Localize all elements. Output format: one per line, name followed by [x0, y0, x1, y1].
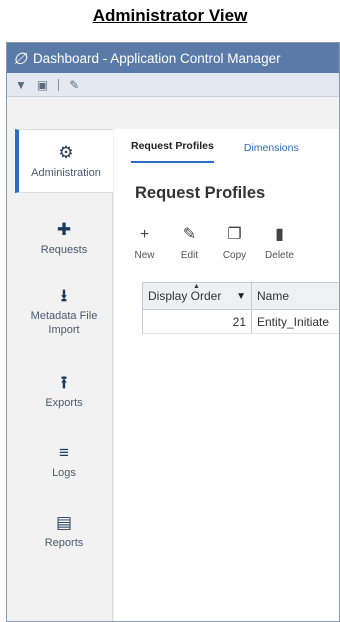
- cell-display-order: 21: [142, 310, 252, 333]
- page-caption: Administrator View: [92, 6, 248, 25]
- slash-logo-icon: ∅: [13, 48, 27, 68]
- sidebar-item-reports[interactable]: ▤ Reports: [15, 499, 113, 563]
- admin-gear-icon: ⚙: [58, 142, 74, 162]
- logs-search-icon: ≡: [59, 442, 69, 462]
- table-header: ▲ Display Order ▼ Name: [142, 282, 339, 310]
- delete-label: Delete: [265, 250, 294, 261]
- sidebar-item-label: Administration: [31, 166, 101, 179]
- download-icon: ⭳: [61, 285, 67, 305]
- cell-name: Entity_Initiate: [257, 314, 330, 329]
- table-row[interactable]: 21 Entity_Initiate: [142, 310, 339, 334]
- sidebar-item-label: Reports: [44, 536, 84, 549]
- profiles-table: ▲ Display Order ▼ Name 21 Entity_Initiat…: [142, 282, 339, 334]
- toolbar: ▼ ▣ ✎: [7, 73, 339, 97]
- app-window: ∅ Dashboard - Application Control Manage…: [6, 42, 340, 622]
- requests-add-icon: ✚: [56, 219, 72, 239]
- upload-icon: ⭱: [61, 372, 67, 392]
- sidebar-item-label: Metadata File Import: [30, 309, 98, 336]
- content-area: ⚙ Administration ✚ Requests ⭳ Metadata F…: [7, 99, 339, 621]
- tab-dimensions[interactable]: Dimensions: [244, 142, 299, 163]
- column-header-name[interactable]: Name: [252, 283, 339, 309]
- new-button[interactable]: + New: [122, 224, 167, 261]
- sidebar-item-requests[interactable]: ✚ Requests: [15, 206, 113, 270]
- sidebar: ⚙ Administration ✚ Requests ⭳ Metadata F…: [15, 129, 113, 621]
- delete-button[interactable]: ▮ Delete: [257, 224, 302, 261]
- sidebar-item-exports[interactable]: ⭱ Exports: [15, 359, 113, 423]
- sidebar-item-label: Logs: [52, 466, 76, 479]
- sidebar-item-metadata-file-import[interactable]: ⭳ Metadata File Import: [15, 279, 113, 343]
- sidebar-item-administration[interactable]: ⚙ Administration: [15, 129, 113, 193]
- copy-label: Copy: [222, 250, 247, 261]
- grid-icon[interactable]: ▣: [37, 79, 48, 91]
- edit-button[interactable]: ✎ Edit: [167, 224, 212, 261]
- copy-button[interactable]: ❐ Copy: [212, 224, 257, 261]
- column-header-display-order[interactable]: ▲ Display Order ▼: [142, 283, 252, 309]
- sidebar-item-label: Requests: [40, 243, 88, 256]
- tab-request-profiles[interactable]: Request Profiles: [131, 140, 214, 163]
- filter-icon[interactable]: ▼: [15, 79, 27, 91]
- column-label: Name: [257, 289, 290, 303]
- filter-icon[interactable]: ▼: [236, 291, 246, 302]
- edit-label: Edit: [180, 250, 199, 261]
- trash-icon: ▮: [275, 226, 284, 243]
- action-toolbar: + New ✎ Edit ❐ Copy ▮ Delete: [122, 224, 302, 261]
- sort-ascending-icon: ▲: [193, 283, 200, 290]
- copy-icon: ❐: [227, 226, 242, 243]
- sidebar-item-logs[interactable]: ≡ Logs: [15, 429, 113, 493]
- column-label: Display Order: [148, 289, 222, 303]
- plus-icon: +: [139, 226, 150, 243]
- sidebar-item-label: Exports: [45, 396, 83, 409]
- title-bar: ∅ Dashboard - Application Control Manage…: [7, 43, 339, 73]
- main-panel: Request Profiles Dimensions Request Prof…: [114, 129, 339, 621]
- window-title: Dashboard - Application Control Manager: [32, 50, 281, 66]
- tab-bar: Request Profiles Dimensions: [114, 129, 339, 163]
- pencil-icon[interactable]: ✎: [69, 79, 79, 91]
- clipboard-icon: ▤: [55, 512, 73, 532]
- toolbar-divider: [58, 78, 60, 91]
- pencil-icon: ✎: [182, 226, 197, 243]
- page-title: Request Profiles: [135, 184, 266, 202]
- new-label: New: [134, 250, 155, 261]
